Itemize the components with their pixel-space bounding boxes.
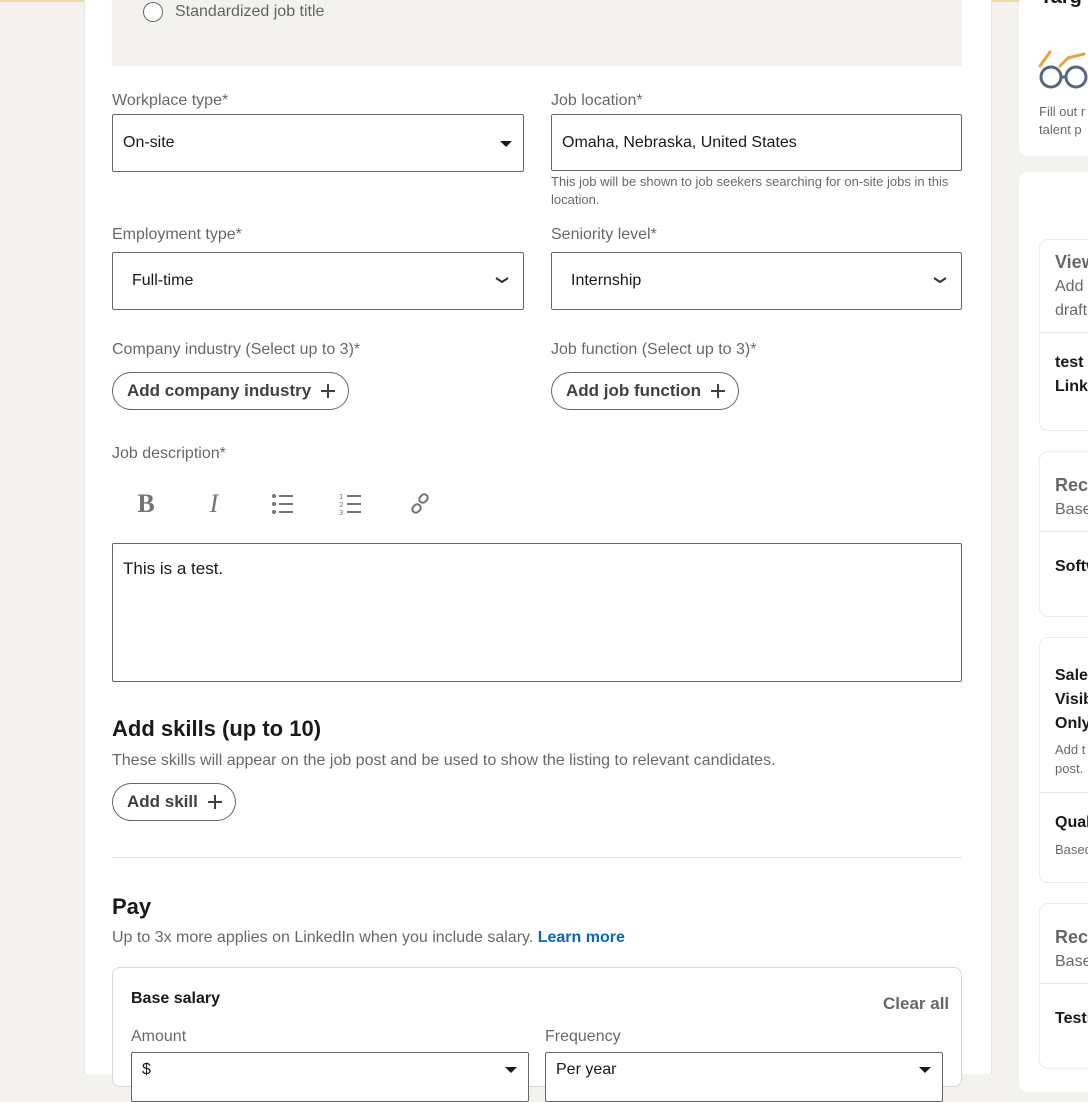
- bulleted-list-icon: [272, 494, 293, 514]
- chevron-down-icon: [495, 277, 509, 284]
- workplace-type-label: Workplace type*: [112, 92, 229, 109]
- recommendations-title-1: Reco: [1055, 475, 1088, 495]
- standardized-title-label: Standardized job title: [175, 3, 325, 20]
- sales-line-1: Sales: [1055, 667, 1088, 684]
- standardized-title-radio[interactable]: [143, 2, 163, 22]
- recommendations-divider-1: [1040, 531, 1088, 532]
- company-industry-label: Company industry (Select up to 3)*: [112, 341, 361, 358]
- job-location-input[interactable]: Omaha, Nebraska, United States: [551, 114, 962, 171]
- job-description-label: Job description*: [112, 445, 226, 462]
- caret-down-icon: [505, 1067, 517, 1073]
- recommendations-desc-1: Base: [1055, 501, 1088, 518]
- chevron-down-icon: [933, 277, 947, 284]
- learn-more-link[interactable]: Learn more: [538, 929, 625, 946]
- employment-type-value: Full-time: [132, 272, 194, 289]
- italic-button[interactable]: I: [200, 489, 228, 518]
- amount-select[interactable]: $: [131, 1052, 529, 1102]
- numbered-list-icon: 1 2 3: [339, 493, 361, 516]
- link-button[interactable]: [406, 490, 434, 518]
- skills-subtitle: These skills will appear on the job post…: [112, 752, 776, 769]
- base-salary-title: Base salary: [131, 990, 220, 1007]
- sales-line-2: Visib: [1055, 691, 1088, 708]
- employment-type-select[interactable]: Full-time: [112, 252, 524, 310]
- add-skill-button[interactable]: Add skill: [112, 783, 236, 821]
- amount-value: $: [142, 1061, 151, 1078]
- workplace-type-value: On-site: [123, 134, 175, 151]
- sales-divider: [1040, 792, 1088, 793]
- add-company-industry-label: Add company industry: [127, 381, 312, 400]
- targeting-title: Targ: [1040, 0, 1082, 9]
- sales-item[interactable]: Qual: [1055, 814, 1088, 832]
- italic-icon: I: [209, 489, 219, 518]
- caret-down-icon: [500, 141, 512, 147]
- bold-icon: B: [137, 489, 155, 518]
- frequency-select[interactable]: Per year: [545, 1052, 943, 1102]
- svg-text:1: 1: [339, 493, 343, 501]
- recommendations-item-2[interactable]: Testi: [1055, 1010, 1088, 1028]
- svg-text:3: 3: [339, 509, 343, 516]
- targeting-desc-1: Fill out r: [1039, 104, 1086, 119]
- clear-all-button[interactable]: Clear all: [883, 994, 949, 1014]
- job-function-label: Job function (Select up to 3)*: [551, 341, 757, 358]
- job-post-form-card: Standardized job title Workplace type* O…: [84, 0, 992, 1102]
- sales-line-3: Only: [1055, 715, 1088, 732]
- job-location-helper: This job will be shown to job seekers se…: [551, 174, 949, 207]
- caret-down-icon: [919, 1067, 931, 1073]
- amount-label: Amount: [131, 1028, 187, 1045]
- recommendations-item-1[interactable]: Softw: [1055, 558, 1088, 576]
- frequency-value: Per year: [556, 1061, 617, 1078]
- numbered-list-button[interactable]: 1 2 3: [337, 490, 365, 518]
- pay-subtitle-text: Up to 3x more applies on LinkedIn when y…: [112, 929, 534, 946]
- job-location-value: Omaha, Nebraska, United States: [562, 134, 797, 151]
- pay-heading: Pay: [112, 894, 152, 919]
- plus-icon: [207, 795, 222, 809]
- plus-icon: [321, 384, 336, 398]
- views-item-1[interactable]: test: [1055, 354, 1083, 372]
- sales-desc-1: Add t: [1055, 742, 1086, 757]
- job-description-text: This is a test.: [123, 559, 224, 578]
- views-desc-2: draft: [1055, 302, 1088, 319]
- add-job-function-button[interactable]: Add job function: [551, 372, 740, 410]
- plus-icon: [711, 384, 726, 398]
- bold-button[interactable]: B: [132, 489, 160, 518]
- views-title: View: [1055, 252, 1088, 272]
- add-skill-label: Add skill: [127, 792, 198, 811]
- seniority-level-value: Internship: [571, 272, 642, 289]
- recommendations-desc-2: Base: [1055, 953, 1088, 970]
- bulleted-list-button[interactable]: [269, 490, 297, 518]
- section-divider: [112, 857, 962, 858]
- skills-heading: Add skills (up to 10): [112, 716, 322, 741]
- add-company-industry-button[interactable]: Add company industry: [112, 372, 350, 410]
- add-job-function-label: Add job function: [566, 381, 702, 400]
- frequency-label: Frequency: [545, 1028, 621, 1045]
- job-description-editor[interactable]: This is a test.: [112, 543, 962, 682]
- sales-item-desc: Based: [1055, 842, 1088, 857]
- job-location-label: Job location*: [551, 92, 643, 109]
- employment-type-label: Employment type*: [112, 226, 242, 243]
- sales-desc-2: post.: [1055, 761, 1084, 776]
- seniority-level-label: Seniority level*: [551, 226, 657, 243]
- views-divider: [1040, 332, 1088, 333]
- recommendations-divider-2: [1040, 983, 1088, 984]
- views-item-2[interactable]: Linke: [1055, 378, 1088, 396]
- link-icon: [411, 493, 429, 514]
- seniority-level-select[interactable]: Internship: [551, 252, 962, 310]
- workplace-type-select[interactable]: On-site: [112, 114, 524, 172]
- recommendations-title-2: Reco: [1055, 927, 1088, 947]
- pay-subtitle: Up to 3x more applies on LinkedIn when y…: [112, 929, 625, 947]
- glasses-illustration-icon: [1038, 50, 1088, 89]
- svg-text:2: 2: [339, 501, 343, 509]
- views-desc-1: Add: [1055, 278, 1084, 295]
- targeting-desc-2: talent p: [1039, 122, 1082, 137]
